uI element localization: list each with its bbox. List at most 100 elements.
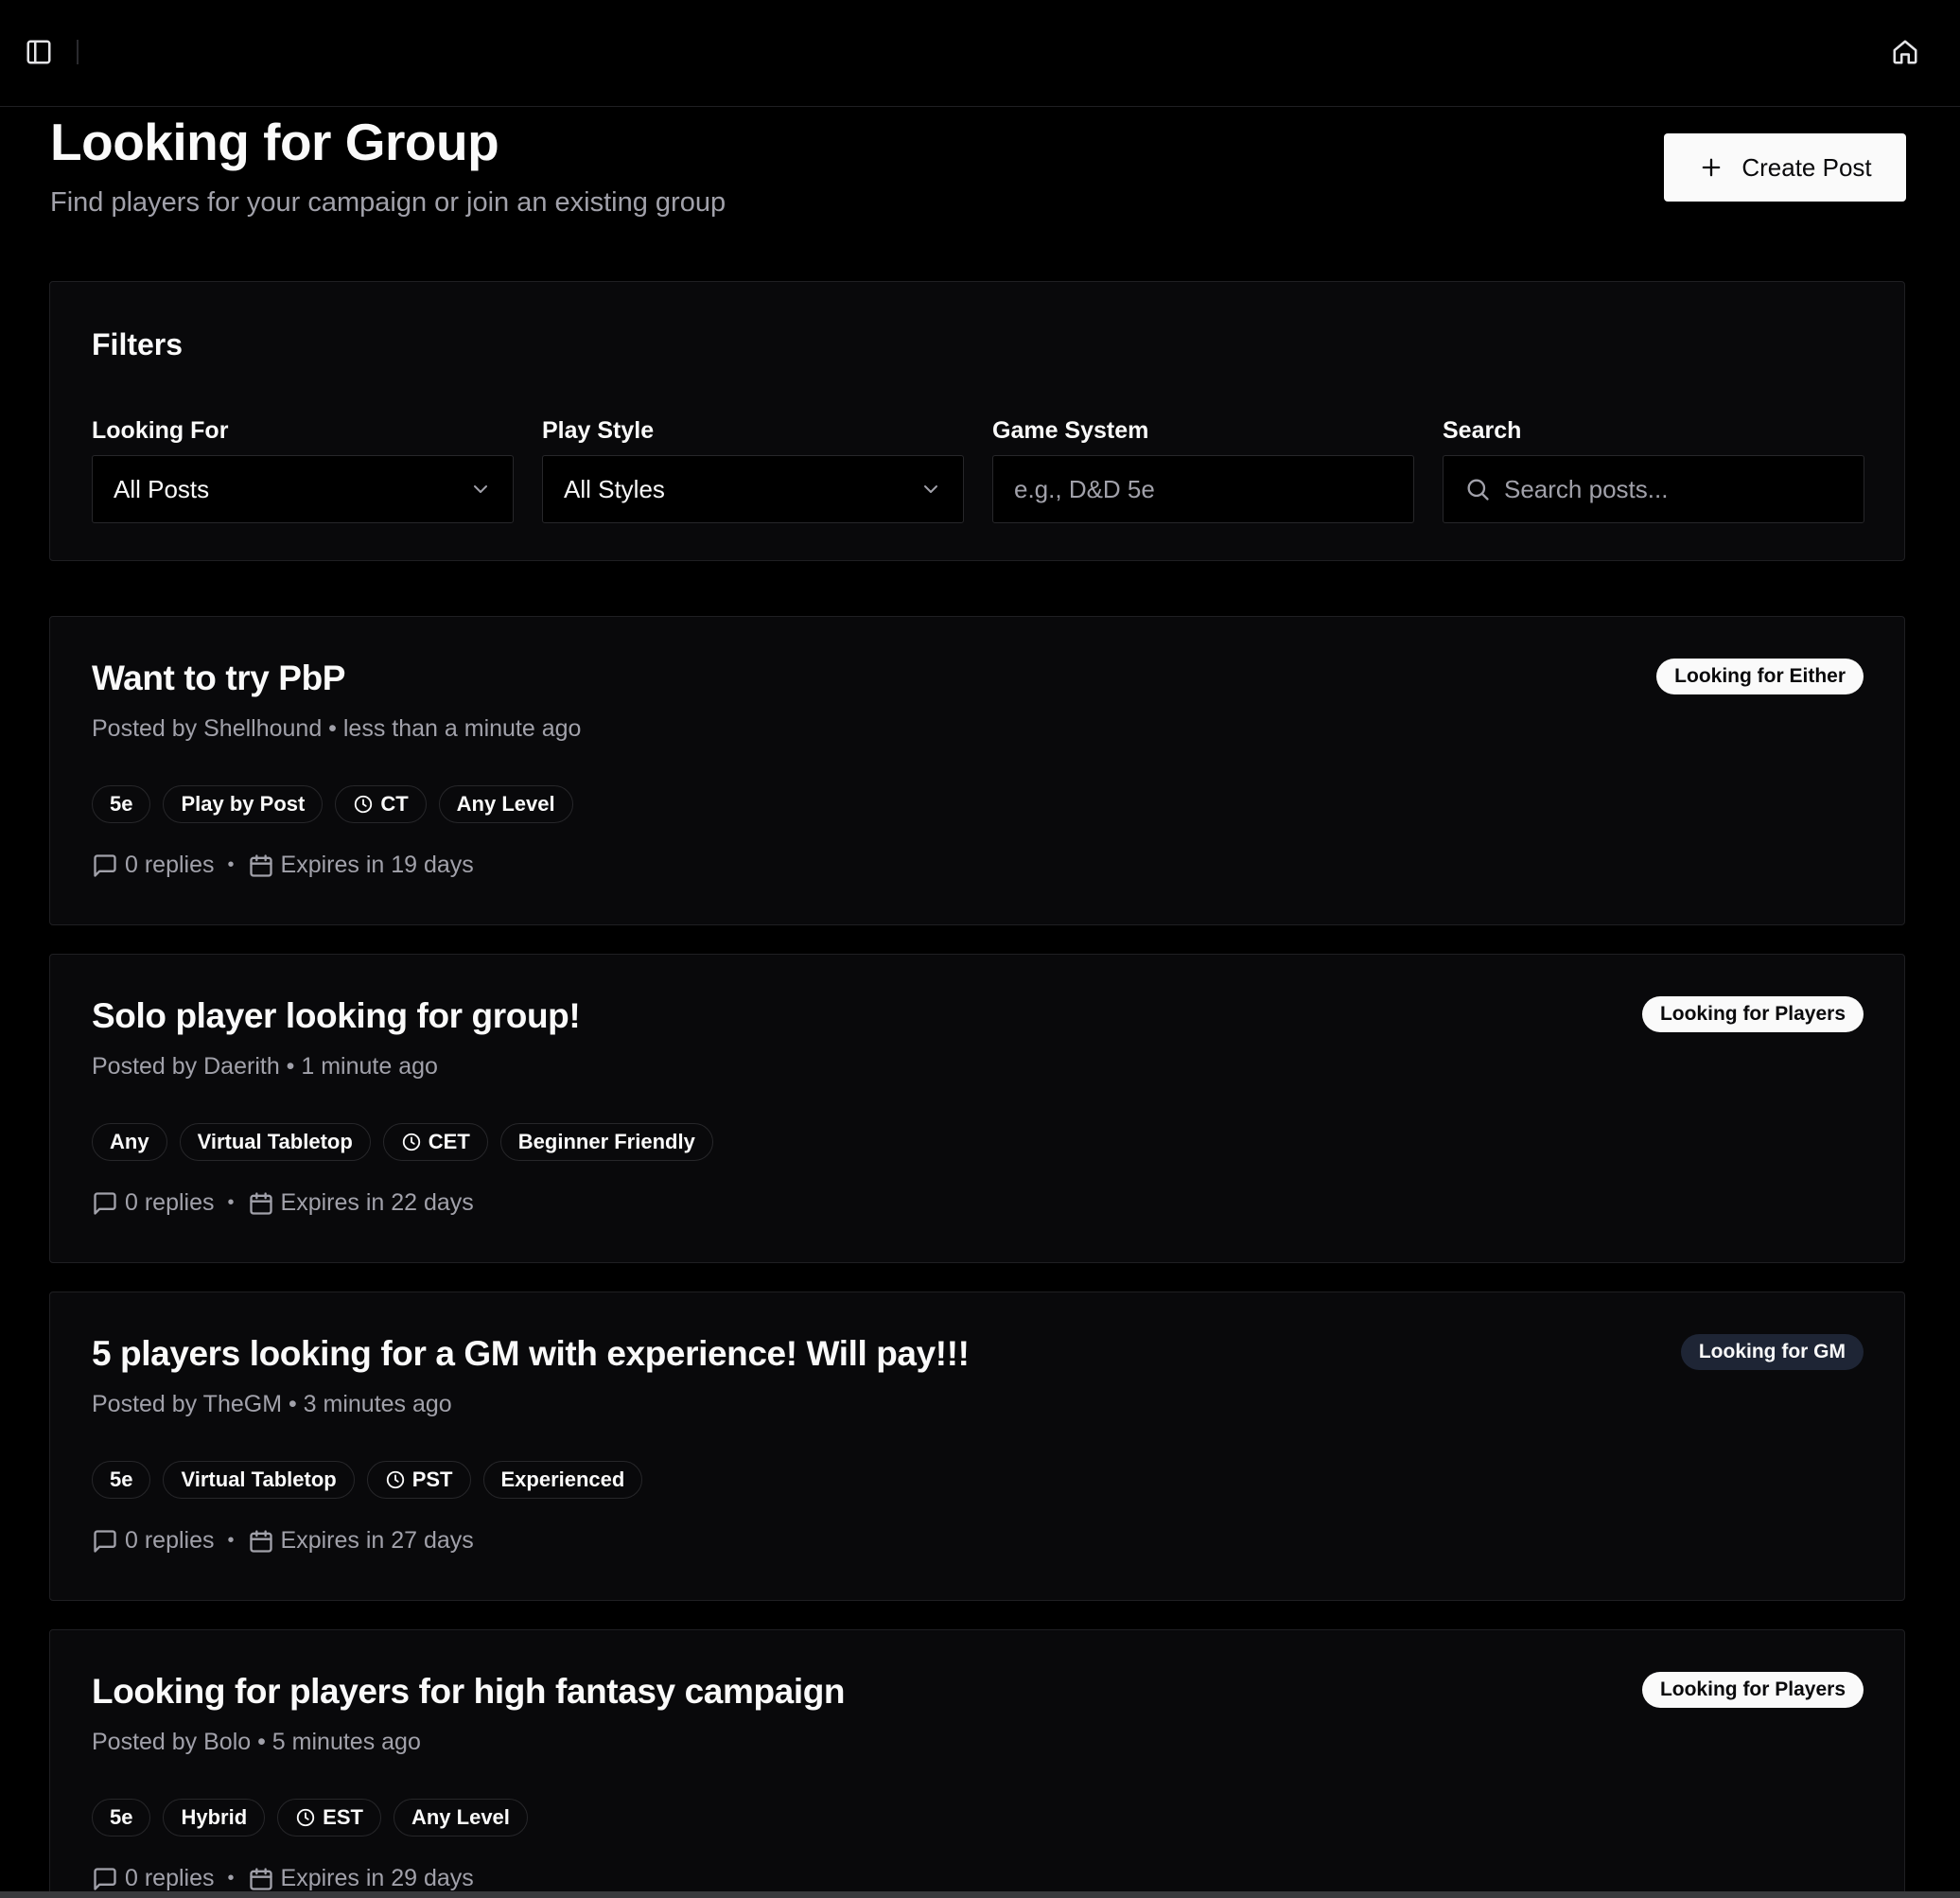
post-card[interactable]: Looking for players for high fantasy cam… xyxy=(49,1629,1905,1898)
search-filter: Search Search posts... xyxy=(1443,417,1864,523)
tag-timezone: CT xyxy=(335,785,427,823)
clock-icon xyxy=(402,1133,420,1151)
search-label: Search xyxy=(1443,417,1522,444)
play-style-select[interactable]: All Styles xyxy=(542,455,964,523)
game-system-filter: Game System e.g., D&D 5e xyxy=(992,417,1414,523)
post-footer: 0 replies • Expires in 27 days xyxy=(92,1527,474,1555)
post-footer: 0 replies • Expires in 22 days xyxy=(92,1189,474,1217)
filters-panel: Filters Looking For All Posts Play Style… xyxy=(49,281,1905,561)
replies-label: 0 replies xyxy=(125,1189,215,1216)
calendar-icon xyxy=(249,853,272,877)
tag-system: 5e xyxy=(92,1461,151,1499)
post-meta: Posted by Daerith • 1 minute ago xyxy=(92,1053,438,1080)
looking-for-label: Looking For xyxy=(92,417,229,444)
post-title[interactable]: Looking for players for high fantasy cam… xyxy=(92,1672,846,1712)
post-footer: 0 replies • Expires in 19 days xyxy=(92,852,474,879)
post-tags: 5e Hybrid EST Any Level xyxy=(92,1799,528,1836)
message-square-icon xyxy=(94,853,116,877)
expires-info: Expires in 29 days xyxy=(248,1865,474,1892)
post-type-badge: Looking for Players xyxy=(1641,1672,1864,1708)
tag-play-style: Virtual Tabletop xyxy=(179,1123,371,1161)
expires-label: Expires in 19 days xyxy=(280,852,474,878)
tag-timezone-label: PST xyxy=(411,1467,453,1491)
post-card[interactable]: Solo player looking for group! Posted by… xyxy=(49,954,1905,1263)
tag-level: Any Level xyxy=(393,1799,528,1836)
tag-play-style: Play by Post xyxy=(163,785,324,823)
post-footer: 0 replies • Expires in 29 days xyxy=(92,1865,474,1892)
clock-icon xyxy=(386,1470,404,1489)
tag-level: Experienced xyxy=(482,1461,643,1499)
post-type-badge: Looking for GM xyxy=(1680,1334,1864,1370)
topbar-divider xyxy=(77,40,79,64)
looking-for-filter: Looking For All Posts xyxy=(92,417,514,523)
replies-label: 0 replies xyxy=(125,852,215,878)
tag-system: 5e xyxy=(92,1799,151,1836)
calendar-icon xyxy=(249,1529,272,1553)
calendar-icon xyxy=(249,1867,272,1890)
post-type-badge: Looking for Either xyxy=(1656,659,1864,694)
expires-info: Expires in 22 days xyxy=(248,1189,474,1217)
play-style-filter: Play Style All Styles xyxy=(542,417,964,523)
tag-level: Any Level xyxy=(438,785,573,823)
clock-icon xyxy=(355,795,373,814)
search-input[interactable]: Search posts... xyxy=(1443,455,1864,523)
game-system-input[interactable]: e.g., D&D 5e xyxy=(992,455,1414,523)
tag-timezone: EST xyxy=(277,1799,381,1836)
post-meta: Posted by Shellhound • less than a minut… xyxy=(92,715,582,742)
game-system-label: Game System xyxy=(992,417,1149,444)
replies-count[interactable]: 0 replies xyxy=(92,1189,215,1217)
create-post-label: Create Post xyxy=(1741,152,1872,182)
search-placeholder: Search posts... xyxy=(1504,474,1669,503)
tag-timezone-label: EST xyxy=(323,1805,363,1829)
filters-title: Filters xyxy=(92,327,184,361)
separator-dot: • xyxy=(227,1192,235,1213)
post-tags: 5e Virtual Tabletop PST Experienced xyxy=(92,1461,643,1499)
looking-for-value: All Posts xyxy=(114,474,210,503)
post-meta: Posted by TheGM • 3 minutes ago xyxy=(92,1391,452,1417)
replies-label: 0 replies xyxy=(125,1865,215,1891)
looking-for-select[interactable]: All Posts xyxy=(92,455,514,523)
tag-timezone: CET xyxy=(382,1123,488,1161)
clock-icon xyxy=(297,1808,315,1827)
top-bar xyxy=(0,0,1960,107)
message-square-icon xyxy=(94,1529,116,1553)
tag-system: 5e xyxy=(92,785,151,823)
post-type-badge: Looking for Players xyxy=(1641,996,1864,1032)
tag-play-style: Hybrid xyxy=(163,1799,266,1836)
play-style-label: Play Style xyxy=(542,417,655,444)
play-style-value: All Styles xyxy=(564,474,665,503)
tag-level: Beginner Friendly xyxy=(499,1123,713,1161)
expires-label: Expires in 27 days xyxy=(280,1527,474,1554)
post-title[interactable]: Solo player looking for group! xyxy=(92,996,581,1036)
expires-info: Expires in 19 days xyxy=(248,852,474,879)
calendar-icon xyxy=(249,1191,272,1215)
game-system-placeholder: e.g., D&D 5e xyxy=(1014,474,1155,503)
tag-play-style: Virtual Tabletop xyxy=(163,1461,355,1499)
replies-count[interactable]: 0 replies xyxy=(92,852,215,879)
tag-system: Any xyxy=(92,1123,167,1161)
replies-count[interactable]: 0 replies xyxy=(92,1527,215,1555)
message-square-icon xyxy=(94,1191,116,1215)
search-icon xyxy=(1467,479,1489,501)
window-bottom-edge xyxy=(0,1891,1960,1898)
chevron-down-icon xyxy=(474,485,487,493)
create-post-button[interactable]: Create Post xyxy=(1664,133,1906,202)
page-title: Looking for Group xyxy=(50,113,499,171)
tag-timezone-label: CET xyxy=(428,1130,470,1153)
expires-label: Expires in 22 days xyxy=(280,1189,474,1216)
replies-count[interactable]: 0 replies xyxy=(92,1865,215,1892)
tag-timezone-label: CT xyxy=(380,792,409,816)
expires-label: Expires in 29 days xyxy=(280,1865,474,1891)
separator-dot: • xyxy=(227,1530,235,1551)
sidebar-toggle-icon[interactable] xyxy=(25,38,53,66)
expires-info: Expires in 27 days xyxy=(248,1527,474,1555)
separator-dot: • xyxy=(227,854,235,875)
replies-label: 0 replies xyxy=(125,1527,215,1554)
post-title[interactable]: 5 players looking for a GM with experien… xyxy=(92,1334,970,1374)
message-square-icon xyxy=(94,1867,116,1890)
post-card[interactable]: 5 players looking for a GM with experien… xyxy=(49,1292,1905,1601)
post-title[interactable]: Want to try PbP xyxy=(92,659,345,698)
plus-icon xyxy=(1703,158,1721,177)
home-icon[interactable] xyxy=(1891,38,1919,66)
post-card[interactable]: Want to try PbP Posted by Shellhound • l… xyxy=(49,616,1905,925)
